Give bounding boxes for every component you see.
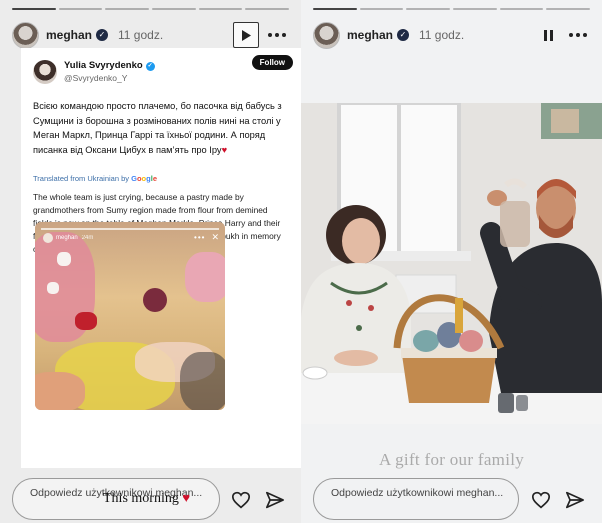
avatar[interactable] [313, 21, 340, 49]
story-caption: A gift for our family [378, 450, 525, 469]
progress-segment [12, 8, 56, 10]
story-header: meghan ✓ 11 godz. [313, 20, 592, 50]
progress-segment [152, 8, 196, 10]
progress-segment [58, 8, 103, 10]
verified-icon: ✓ [96, 29, 109, 41]
follow-button: Follow [251, 55, 293, 70]
tweet-avatar [33, 60, 57, 84]
tweet-author-handle: @Svyrydenko_Y [64, 73, 128, 83]
progress-segment [453, 8, 497, 10]
progress-segment [105, 8, 150, 10]
more-options-button[interactable] [263, 22, 291, 48]
progress-segment [546, 8, 591, 10]
tweet-author-name: Yulia Svyrydenko [64, 60, 143, 71]
embed-header: meghan 24m ••• ✕ [43, 232, 219, 243]
translated-label: Translated from Ukrainian by Google [33, 174, 157, 183]
more-icon [268, 33, 286, 37]
embed-username: meghan [56, 234, 78, 241]
more-options-button[interactable] [564, 22, 592, 48]
story-username[interactable]: meghan [46, 28, 92, 42]
send-icon [266, 491, 284, 509]
pause-button[interactable] [536, 22, 560, 48]
story-panel-left[interactable]: meghan ✓ 11 godz. Yulia Svyrydenko ✓ @Svy… [0, 0, 301, 523]
story-caption: This morning ♥ [103, 490, 191, 506]
more-icon: ••• [194, 233, 206, 242]
story-photo [301, 103, 602, 424]
more-icon [569, 33, 587, 37]
send-icon [565, 491, 584, 509]
story-progress-bar [12, 8, 290, 10]
heart-emoji-icon: ♥ [182, 490, 191, 505]
story-time: 11 godz. [118, 28, 164, 42]
verified-icon: ✓ [145, 61, 155, 71]
tweet-text: Всією командою просто плачемо, бо пасочк… [33, 101, 282, 155]
google-logo: Google [131, 174, 157, 183]
verified-icon: ✓ [397, 29, 410, 41]
embedded-story-image: meghan 24m ••• ✕ [35, 222, 225, 410]
progress-segment [313, 8, 357, 10]
play-icon [242, 29, 251, 41]
close-icon: ✕ [211, 232, 219, 242]
story-username[interactable]: meghan [347, 28, 393, 42]
photo-illustration [301, 103, 602, 424]
embed-progress-bar [41, 228, 219, 230]
like-button[interactable] [229, 488, 253, 512]
play-button[interactable] [233, 22, 259, 48]
embed-time: 24m [81, 234, 94, 241]
heart-icon [231, 491, 251, 509]
story-time: 11 godz. [419, 28, 465, 42]
avatar[interactable] [12, 21, 39, 49]
progress-segment [499, 8, 544, 10]
progress-segment [406, 8, 451, 10]
tweet-header: Yulia Svyrydenko ✓ @Svyrydenko_Y Follow [33, 54, 293, 90]
instagram-stories-view: meghan ✓ 11 godz. Yulia Svyrydenko ✓ @Svy… [0, 0, 602, 523]
like-button[interactable] [529, 488, 553, 512]
progress-segment [198, 8, 243, 10]
embed-avatar [43, 232, 53, 243]
heart-icon [531, 491, 551, 509]
heart-emoji-icon: ♥ [221, 144, 228, 155]
progress-segment [359, 8, 404, 10]
pause-icon [543, 29, 553, 41]
story-panel-right[interactable]: meghan ✓ 11 godz. A gift for our family … [301, 0, 602, 523]
send-button[interactable] [263, 488, 287, 512]
story-header: meghan ✓ 11 godz. [12, 20, 291, 50]
send-button[interactable] [563, 488, 587, 512]
progress-segment [245, 8, 290, 10]
reply-input[interactable]: Odpowiedz użytkownikowi meghan... [313, 478, 519, 520]
story-progress-bar [313, 8, 591, 10]
